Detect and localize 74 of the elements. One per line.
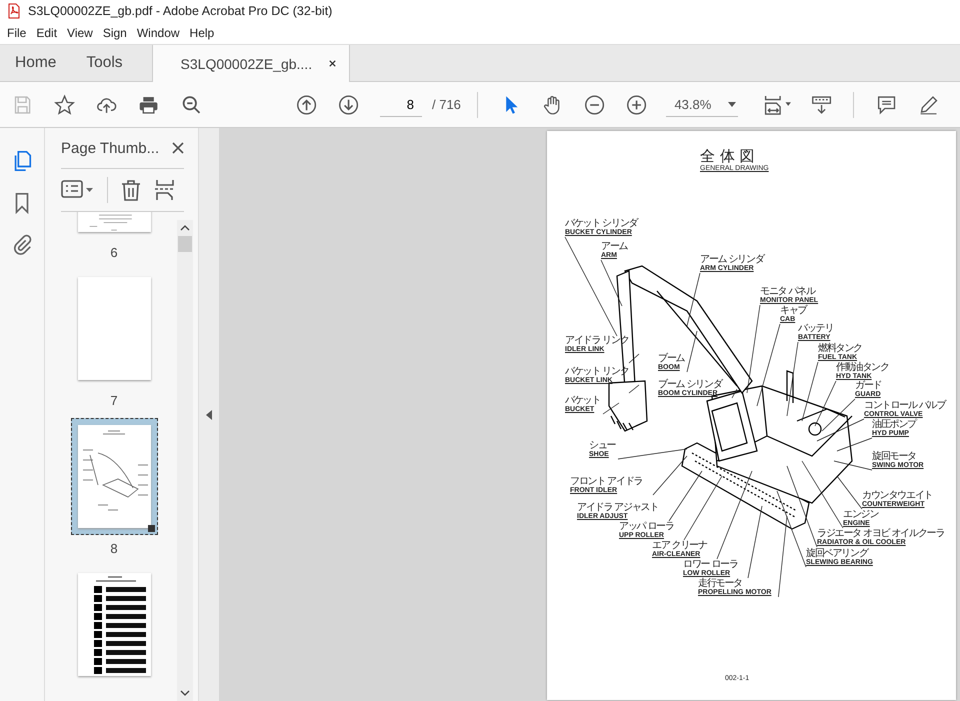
tab[interactable]: Home [0, 45, 72, 81]
window-title: S3LQ00002ZE_gb.pdf - Adobe Acrobat Pro DC (32-bit) [28, 4, 332, 18]
part-label-japanese: ロワー ローラ [683, 560, 738, 570]
part-label-japanese: シュー [589, 441, 616, 451]
leader-line [732, 388, 738, 398]
comment-icon[interactable] [876, 94, 897, 116]
part-label-japanese: カウンタウエイト [862, 491, 932, 501]
part-label-japanese: モニタ パネル [760, 287, 816, 297]
drawing-title: 全 体 図 [700, 147, 755, 165]
close-icon[interactable] [172, 142, 184, 154]
arrow-up-icon[interactable] [296, 94, 317, 116]
extract-page-icon[interactable] [154, 179, 176, 201]
part-label-japanese: 燃料タンク [818, 344, 862, 354]
page-number: 7 [110, 393, 118, 408]
scroll-up-icon[interactable] [180, 225, 190, 231]
page-thumbnail[interactable] [70, 418, 158, 535]
collapse-arrow-icon[interactable] [206, 410, 212, 420]
star-icon[interactable] [54, 94, 76, 116]
leader-line [686, 330, 698, 372]
scrollbar[interactable] [177, 220, 193, 701]
menu-item[interactable]: Help [184, 24, 220, 42]
menu-item[interactable]: View [62, 24, 98, 42]
part-label-japanese: エンジン [843, 510, 878, 520]
part-label-japanese: ガード [855, 381, 882, 391]
part-label-japanese: アーム シリンダ [700, 255, 764, 265]
leader-line [628, 354, 640, 364]
part-label-japanese: 旋回ベアリング [806, 549, 870, 559]
part-label-japanese: コントロール バルブ [864, 401, 946, 411]
search-icon[interactable] [180, 94, 202, 116]
page-number: 6 [110, 245, 118, 260]
part-label-japanese: 作動油タンク [836, 363, 889, 373]
part-label-japanese: アッパ ローラ [619, 522, 674, 532]
scroll-down-icon[interactable] [180, 690, 190, 696]
close-icon[interactable] [328, 59, 338, 68]
part-label-japanese: 旋回モータ [872, 452, 918, 462]
part-label-japanese: キャブ [780, 306, 806, 316]
trash-icon[interactable] [120, 179, 142, 201]
part-label-japanese: アーム [601, 242, 628, 252]
scroll-mode-icon[interactable] [810, 94, 832, 116]
zoom-in-icon[interactable] [626, 94, 648, 116]
tab[interactable]: Tools [71, 45, 138, 81]
menu-item[interactable]: File [2, 24, 32, 42]
leader-line [628, 384, 640, 394]
zoom-out-icon[interactable] [584, 94, 606, 116]
part-label-japanese: バケット シリンダ [565, 219, 638, 229]
part-label-japanese: ブーム シリンダ [658, 380, 722, 390]
page-number-field[interactable]: 8 [380, 92, 422, 117]
zoom-dropdown[interactable]: 43.8% [666, 92, 738, 117]
part-label-japanese: フロント アイドラ [570, 477, 642, 487]
leader-line [668, 470, 702, 522]
arrow-down-icon[interactable] [338, 94, 359, 116]
part-label-japanese: 油圧ポンプ [872, 420, 916, 430]
tab[interactable]: S3LQ00002ZE_gb.... [152, 45, 350, 82]
options-icon[interactable] [61, 179, 95, 201]
part-label-japanese: アイドラ アジャスト [577, 503, 658, 513]
part-label-japanese: バケット [565, 396, 600, 406]
pen-icon[interactable] [918, 94, 940, 116]
panel-title: Page Thumb... [61, 140, 160, 156]
page-number: 8 [110, 541, 118, 556]
leader-line [602, 402, 620, 414]
menu-item[interactable]: Sign [98, 24, 132, 42]
caret-icon [728, 102, 736, 106]
part-label-japanese: バッテリ [798, 324, 834, 334]
pdf-file-icon [6, 3, 22, 19]
menu-item[interactable]: Edit [31, 24, 62, 42]
paperclip-icon[interactable] [11, 234, 33, 256]
scroll-thumb[interactable] [178, 236, 192, 252]
part-label-japanese: ブーム [658, 354, 684, 364]
menu-item[interactable]: Window [132, 24, 185, 42]
part-label-japanese: 走行モータ [698, 579, 744, 589]
part-label-japanese: ラジエータ オヨビ オイルクーラ [817, 529, 944, 539]
page-count: / 716 [432, 97, 461, 112]
leader-line [686, 272, 700, 326]
part-label-japanese: エア クリーナ [652, 541, 707, 551]
